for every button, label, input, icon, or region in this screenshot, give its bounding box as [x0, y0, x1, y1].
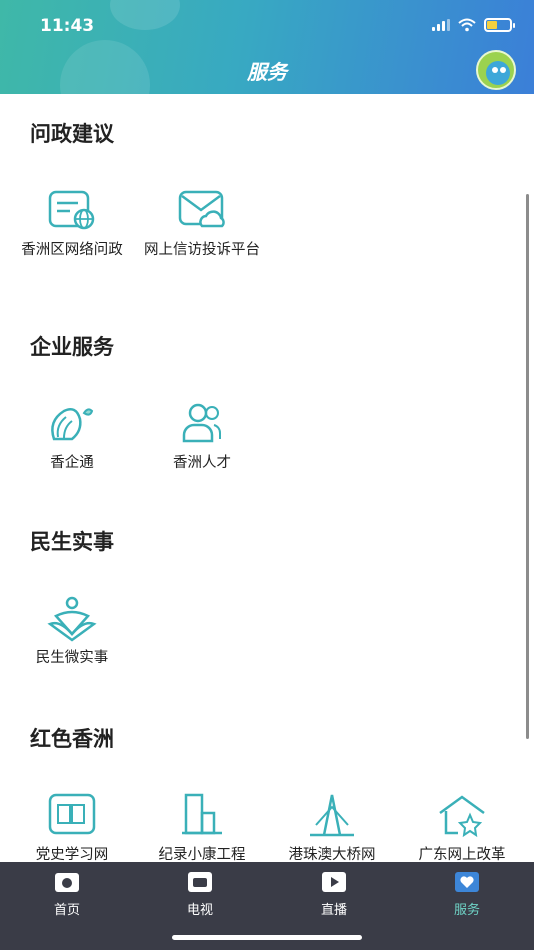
web-inquiry-icon: [48, 190, 95, 230]
tv-icon: [188, 872, 212, 892]
header-decoration: [110, 0, 180, 30]
item-xiangqitong[interactable]: 香企通: [7, 399, 137, 472]
tab-label: 首页: [53, 903, 80, 918]
section-title: 问政建议: [30, 122, 114, 146]
book-icon: [48, 793, 96, 835]
tab-label: 电视: [186, 903, 213, 918]
item-label: 香洲区网络问政: [21, 242, 123, 258]
section-title: 企业服务: [30, 335, 114, 359]
signal-icon: [432, 19, 450, 31]
home-indicator: [172, 935, 362, 940]
item-label: 网上信访投诉平台: [144, 242, 260, 258]
tab-home[interactable]: 首页: [17, 870, 117, 918]
item-hzmb[interactable]: 港珠澳大桥网: [267, 791, 397, 862]
item-xiangzhou-talent[interactable]: 香洲人才: [137, 399, 267, 472]
item-label: 港珠澳大桥网: [288, 847, 376, 862]
building-icon: [182, 793, 222, 835]
tab-label: 直播: [320, 903, 347, 918]
status-icons: [432, 18, 515, 32]
play-icon: [322, 872, 346, 892]
item-label: 党史学习网: [35, 847, 109, 862]
item-xiaokang-record[interactable]: 纪录小康工程: [137, 791, 267, 862]
tab-label: 服务: [453, 903, 480, 918]
tab-live[interactable]: 直播: [284, 870, 384, 918]
status-time: 11:43: [40, 16, 95, 36]
item-web-inquiry[interactable]: 香洲区网络问政: [7, 186, 137, 259]
item-livelihood-projects[interactable]: 民生微实事: [7, 594, 137, 667]
battery-icon: [484, 18, 515, 32]
item-label: 民生微实事: [35, 650, 109, 666]
item-label: 香洲人才: [173, 455, 231, 471]
tab-tv[interactable]: 电视: [150, 870, 250, 918]
item-petition-platform[interactable]: 网上信访投诉平台: [137, 186, 267, 259]
item-label: 纪录小康工程: [158, 847, 246, 862]
people-icon: [182, 403, 221, 443]
bridge-icon: [310, 794, 354, 837]
item-label: 广东网上改革: [418, 847, 506, 862]
heart-service-icon: [455, 872, 479, 892]
home-camera-icon: [55, 873, 79, 892]
item-gd-reform[interactable]: 广东网上改革: [397, 791, 527, 862]
tab-service[interactable]: 服务: [417, 870, 517, 918]
heart-hands-icon: [47, 596, 97, 642]
mail-cloud-icon: [178, 190, 225, 228]
section-title: 民生实事: [30, 530, 114, 554]
page-title: 服务: [247, 60, 287, 84]
bird-avatar-icon[interactable]: [476, 50, 516, 90]
shell-icon: [51, 408, 94, 441]
wifi-icon: [458, 18, 476, 32]
item-party-history[interactable]: 党史学习网: [7, 791, 137, 862]
scrollbar[interactable]: [526, 194, 529, 739]
service-list[interactable]: 问政建议 香洲区网络问政 网上信访投诉平台 企业服务 香企通 香洲人才 民生实事…: [0, 94, 534, 862]
section-title: 红色香洲: [30, 727, 114, 751]
header: 11:43 服务: [0, 0, 534, 94]
house-star-icon: [439, 795, 485, 838]
item-label: 香企通: [50, 455, 94, 471]
